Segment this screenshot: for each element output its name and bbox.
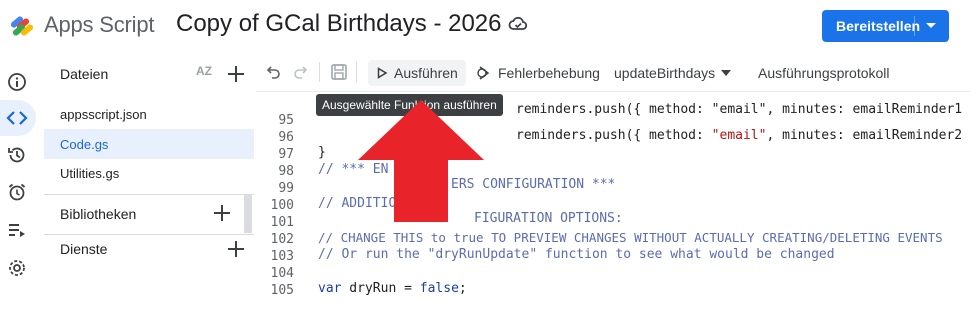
deploy-divider bbox=[914, 16, 915, 36]
deploy-button[interactable]: Bereitstellen bbox=[822, 10, 949, 42]
libraries-title: Bibliotheken bbox=[60, 206, 137, 222]
undo-icon[interactable] bbox=[266, 64, 282, 80]
file-item-utilities-gs[interactable]: Utilities.gs bbox=[44, 158, 254, 188]
files-panel: Dateien AZ appsscript.json Code.gs Utili… bbox=[44, 52, 254, 279]
file-item-label: appsscript.json bbox=[60, 106, 147, 122]
settings-icon[interactable] bbox=[4, 255, 30, 281]
add-library-icon[interactable] bbox=[214, 205, 230, 221]
execution-log-button[interactable]: Ausführungsprotokoll bbox=[758, 60, 890, 86]
add-service-icon[interactable] bbox=[228, 241, 244, 257]
services-title: Dienste bbox=[60, 241, 108, 257]
info-icon[interactable] bbox=[4, 69, 30, 95]
history-icon[interactable] bbox=[4, 142, 30, 168]
save-icon[interactable] bbox=[330, 63, 348, 81]
file-item-label: Code.gs bbox=[60, 136, 109, 152]
redo-icon[interactable] bbox=[292, 64, 308, 80]
add-file-icon[interactable] bbox=[228, 66, 244, 82]
file-item-label: Utilities.gs bbox=[60, 165, 120, 181]
toolbar-separator bbox=[356, 62, 357, 82]
code-line: 105 bbox=[256, 268, 970, 298]
debug-icon bbox=[477, 66, 490, 80]
editor-toolbar: Ausführen Fehlerbehebung updateBirthdays… bbox=[256, 52, 970, 92]
run-button[interactable]: Ausführen bbox=[368, 60, 466, 86]
run-label: Ausführen bbox=[394, 65, 458, 81]
line-number: 105 bbox=[270, 283, 294, 298]
code-line: 104 var dryRun = false; bbox=[256, 251, 970, 296]
section-divider bbox=[44, 234, 254, 235]
executions-icon[interactable] bbox=[4, 217, 30, 243]
files-scrollbar[interactable] bbox=[244, 195, 252, 233]
debug-label: Fehlerbehebung bbox=[498, 65, 600, 81]
execution-log-label: Ausführungsprotokoll bbox=[758, 65, 890, 81]
app-name[interactable]: Apps Script bbox=[44, 12, 154, 38]
deploy-label: Bereitstellen bbox=[836, 18, 921, 34]
trigger-alarm-icon[interactable] bbox=[4, 179, 30, 205]
left-rail bbox=[0, 52, 36, 279]
project-title[interactable]: Copy of GCal Birthdays - 2026 bbox=[176, 10, 502, 38]
red-arrow-icon bbox=[358, 100, 484, 222]
file-item-code-gs[interactable]: Code.gs bbox=[44, 129, 254, 159]
file-item-appsscript-json[interactable]: appsscript.json bbox=[44, 99, 254, 129]
cloud-saved-icon bbox=[508, 16, 528, 30]
files-title: Dateien bbox=[60, 66, 109, 82]
sort-az-icon[interactable]: AZ bbox=[196, 64, 212, 78]
toolbar-separator bbox=[319, 62, 320, 82]
section-divider bbox=[44, 194, 254, 195]
code-icon[interactable] bbox=[4, 105, 30, 131]
header: Apps Script Copy of GCal Birthdays - 202… bbox=[0, 0, 970, 52]
chevron-down-icon bbox=[721, 70, 732, 76]
chevron-down-icon[interactable] bbox=[926, 23, 936, 28]
debug-button[interactable]: Fehlerbehebung bbox=[476, 60, 600, 86]
function-select[interactable]: updateBirthdays bbox=[614, 60, 732, 86]
apps-script-logo-icon[interactable] bbox=[8, 13, 38, 39]
play-icon bbox=[377, 67, 388, 79]
function-select-value: updateBirthdays bbox=[614, 65, 716, 81]
code-line: 103 bbox=[256, 234, 970, 264]
